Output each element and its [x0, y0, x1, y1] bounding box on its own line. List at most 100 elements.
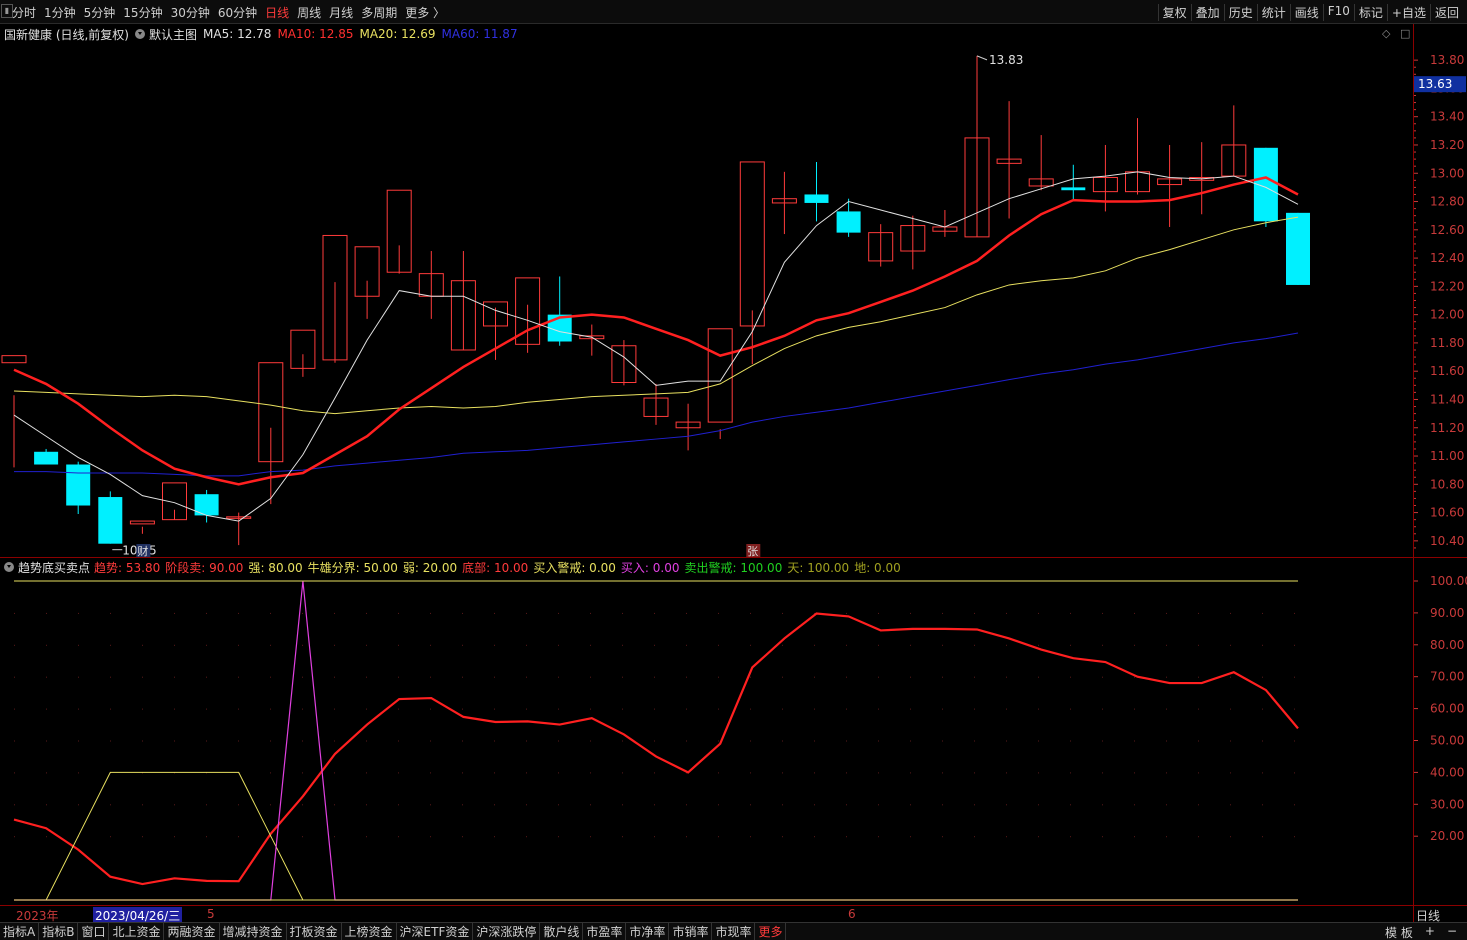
grid-dot	[78, 708, 79, 710]
grid-dot	[1166, 708, 1167, 710]
grid-dot	[942, 644, 943, 646]
grid-dot	[46, 676, 47, 678]
grid-dot	[78, 676, 79, 678]
grid-dot	[622, 676, 623, 678]
grid-dot	[302, 804, 303, 806]
grid-dot	[398, 804, 399, 806]
grid-dot	[718, 644, 719, 646]
grid-dot	[526, 708, 527, 710]
grid-dot	[1006, 676, 1007, 678]
price-tick-label: 10.60	[1430, 506, 1464, 520]
bottom-tab-3[interactable]: 北上资金	[109, 923, 165, 940]
bottom-tab-6[interactable]: 打板资金	[287, 923, 342, 940]
grid-dot	[1038, 676, 1039, 678]
grid-dot	[622, 836, 623, 838]
candle-body	[1286, 212, 1310, 285]
grid-dot	[302, 708, 303, 710]
grid-dot	[942, 804, 943, 806]
grid-dot	[558, 644, 559, 646]
price-tick-label: 11.20	[1430, 421, 1464, 435]
price-tick-label: 10.80	[1430, 477, 1464, 491]
bottom-tab-10[interactable]: 散户线	[540, 923, 584, 940]
grid-dot	[494, 772, 495, 774]
grid-dot	[430, 644, 431, 646]
grid-dot	[718, 740, 719, 742]
bottom-tab-0[interactable]: 指标A	[0, 923, 40, 940]
grid-dot	[814, 772, 815, 774]
price-tick-label: 10.40	[1430, 534, 1464, 548]
bottom-tab-1[interactable]: 指标B	[39, 923, 79, 940]
grid-dot	[1230, 612, 1231, 614]
grid-dot	[750, 740, 751, 742]
grid-dot	[686, 612, 687, 614]
date-month-5: 5	[207, 907, 215, 921]
bottom-tab-12[interactable]: 市净率	[626, 923, 670, 940]
bottom-tab-5[interactable]: 增减持资金	[220, 923, 287, 940]
bottom-tab-11[interactable]: 市盈率	[583, 923, 627, 940]
grid-dot	[590, 836, 591, 838]
date-axis: 2023年 2023/04/26/三 5 6	[0, 906, 1413, 924]
grid-dot	[1070, 708, 1071, 710]
grid-dot	[78, 804, 79, 806]
bottom-tab-2[interactable]: 窗口	[78, 923, 110, 940]
bottom-control-2[interactable]: −	[1441, 924, 1463, 940]
grid-dot	[270, 612, 271, 614]
indicator-tick-label: 40.00	[1430, 765, 1464, 779]
grid-dot	[462, 676, 463, 678]
grid-dot	[558, 772, 559, 774]
grid-dot	[686, 836, 687, 838]
grid-dot	[750, 708, 751, 710]
grid-dot	[46, 740, 47, 742]
candle-body	[836, 211, 861, 233]
grid-dot	[494, 804, 495, 806]
bottom-tab-8[interactable]: 沪深ETF资金	[397, 923, 474, 940]
grid-dot	[334, 740, 335, 742]
grid-dot	[878, 708, 879, 710]
grid-dot	[110, 804, 111, 806]
grid-dot	[14, 804, 15, 806]
grid-dot	[302, 772, 303, 774]
indicator-tick-label: 80.00	[1430, 638, 1464, 652]
grid-dot	[878, 644, 879, 646]
price-tick-label: 11.40	[1430, 392, 1464, 406]
grid-dot	[878, 676, 879, 678]
price-tick-label: 12.20	[1430, 279, 1464, 293]
grid-dot	[46, 804, 47, 806]
grid-dot	[302, 644, 303, 646]
grid-dot	[526, 676, 527, 678]
bottom-tab-15[interactable]: 更多	[755, 923, 787, 940]
grid-dot	[270, 676, 271, 678]
grid-dot	[1102, 740, 1103, 742]
grid-dot	[366, 772, 367, 774]
bottom-tab-13[interactable]: 市销率	[669, 923, 713, 940]
bottom-tab-7[interactable]: 上榜资金	[342, 923, 397, 940]
grid-dot	[1070, 676, 1071, 678]
grid-dot	[462, 804, 463, 806]
grid-dot	[750, 772, 751, 774]
bottom-tab-9[interactable]: 沪深涨跌停	[473, 923, 541, 940]
grid-dot	[1230, 644, 1231, 646]
grid-dot	[750, 804, 751, 806]
grid-dot	[846, 644, 847, 646]
grid-dot	[654, 836, 655, 838]
grid-dot	[1230, 772, 1231, 774]
bottom-control-1[interactable]: +	[1419, 924, 1441, 940]
grid-dot	[1070, 836, 1071, 838]
grid-dot	[334, 772, 335, 774]
grid-dot	[270, 804, 271, 806]
grid-dot	[1006, 772, 1007, 774]
grid-dot	[622, 772, 623, 774]
bottom-tab-4[interactable]: 两融资金	[164, 923, 220, 940]
bottom-control-0[interactable]: 模 板	[1379, 924, 1419, 940]
grid-dot	[910, 676, 911, 678]
grid-dot	[1070, 804, 1071, 806]
grid-dot	[558, 740, 559, 742]
grid-dot	[814, 740, 815, 742]
grid-dot	[366, 708, 367, 710]
grid-dot	[1102, 644, 1103, 646]
grid-dot	[270, 644, 271, 646]
grid-dot	[942, 612, 943, 614]
bottom-tab-14[interactable]: 市现率	[712, 923, 756, 940]
grid-dot	[750, 644, 751, 646]
grid-dot	[718, 612, 719, 614]
